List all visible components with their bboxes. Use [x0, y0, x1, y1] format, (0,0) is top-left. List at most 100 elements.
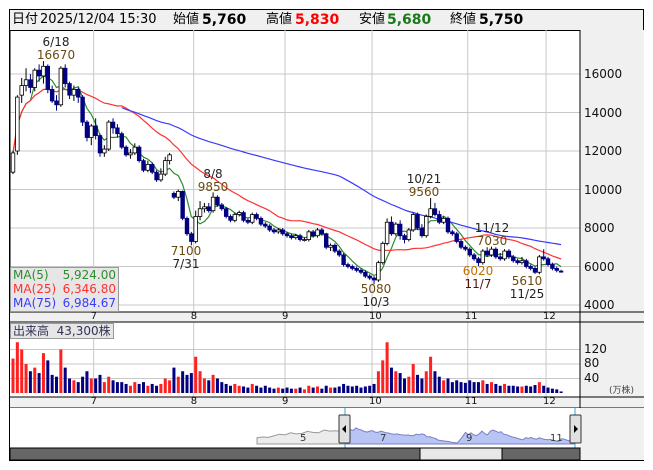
candle-down — [45, 65, 50, 90]
volume-bar — [202, 378, 206, 393]
navigator-scrollbar-thumb[interactable] — [419, 447, 503, 461]
candle-down — [284, 233, 290, 237]
candle-down — [258, 217, 264, 225]
candle-down — [263, 223, 268, 227]
candle-up — [10, 152, 16, 173]
candle-up — [406, 229, 412, 240]
candle-down — [319, 229, 325, 235]
candle-down — [524, 260, 529, 267]
volume-bar — [316, 386, 319, 393]
candle-down — [493, 248, 499, 258]
volume-bar — [476, 382, 480, 393]
candle-up — [380, 242, 385, 264]
candle-up — [328, 244, 333, 248]
candle-up — [441, 217, 446, 223]
volume-bar — [359, 387, 363, 393]
volume-bar — [268, 387, 272, 393]
month-label: 9 — [282, 311, 289, 322]
volume-bar — [220, 382, 224, 393]
volume-bar — [533, 385, 537, 393]
volume-bar — [416, 374, 420, 393]
volume-value: 43,300株 — [56, 324, 111, 338]
candle-down — [515, 260, 520, 264]
candle-down — [297, 235, 303, 240]
candle-down — [110, 121, 116, 129]
volume-bar — [259, 387, 263, 393]
candle-up — [128, 152, 133, 156]
candle-up — [376, 262, 381, 281]
candle-down — [350, 266, 355, 269]
candle-down — [471, 254, 477, 260]
volume-bar — [63, 367, 67, 393]
volume-bar — [546, 387, 550, 393]
candle-up — [537, 256, 542, 273]
candle-down — [323, 233, 329, 248]
candle-down — [54, 100, 59, 106]
volume-bar — [450, 382, 454, 393]
candle-down — [280, 229, 285, 235]
volume-bar — [289, 388, 293, 393]
candle-down — [97, 135, 103, 154]
navigator-label: 7 — [380, 433, 387, 444]
volume-bar — [446, 378, 450, 393]
volume-bar — [346, 385, 350, 393]
volume-bar — [185, 374, 189, 393]
candle-down — [332, 244, 338, 252]
volume-bar — [94, 378, 98, 393]
volume-bar — [337, 386, 341, 393]
candle-down — [367, 275, 372, 279]
volume-bar — [150, 383, 154, 393]
volume-bar — [350, 386, 354, 393]
candle-up — [202, 206, 207, 210]
volume-bar — [311, 387, 315, 393]
candle-down — [437, 214, 442, 223]
volume-bar — [329, 387, 333, 393]
volume-bar — [516, 386, 520, 393]
candle-up — [132, 146, 137, 154]
candle-down — [171, 192, 177, 198]
volume-bar — [537, 382, 541, 393]
candle-up — [428, 208, 433, 217]
candle-up — [210, 196, 216, 212]
candle-down — [511, 256, 516, 262]
price-tick-label: 8000 — [584, 221, 615, 235]
legend-ma25: MA(25) 6,346.80 — [11, 282, 118, 296]
volume-bar — [420, 378, 424, 393]
volume-bar — [11, 358, 15, 393]
candle-down — [80, 96, 85, 123]
volume-bar — [181, 371, 185, 393]
candle-down — [115, 127, 120, 135]
volume-bar — [520, 386, 524, 393]
candle-up — [197, 208, 203, 217]
volume-bar — [463, 382, 467, 393]
volume-bar — [433, 371, 437, 393]
candle-down — [467, 248, 472, 256]
candle-up — [32, 69, 37, 88]
annotation-high-6-18: 6/18 16670 — [36, 36, 76, 62]
candle-down — [189, 233, 194, 242]
volume-bar — [211, 374, 215, 393]
month-label: 9 — [282, 396, 289, 407]
candle-up — [276, 229, 281, 233]
volume-bar — [128, 385, 132, 393]
volume-bar — [124, 383, 128, 393]
volume-bar — [511, 385, 515, 393]
annotation-value: 7030 — [476, 234, 508, 248]
candle-down — [554, 268, 559, 271]
candle-up — [193, 216, 198, 242]
candle-down — [397, 223, 403, 237]
candle-up — [106, 121, 111, 150]
legend-ma75: MA(75) 6,984.67 — [11, 296, 118, 310]
candle-down — [184, 217, 190, 235]
candle-down — [119, 133, 124, 148]
volume-bar — [102, 382, 106, 393]
candle-up — [232, 214, 238, 221]
volume-bar — [389, 367, 393, 393]
volume-bar — [15, 342, 19, 393]
candle-down — [545, 258, 551, 265]
volume-bar — [172, 367, 176, 393]
candle-down — [310, 231, 316, 237]
volume-bar — [555, 389, 559, 393]
legend-name: MA(5) — [13, 268, 49, 282]
candle-down — [389, 221, 394, 235]
